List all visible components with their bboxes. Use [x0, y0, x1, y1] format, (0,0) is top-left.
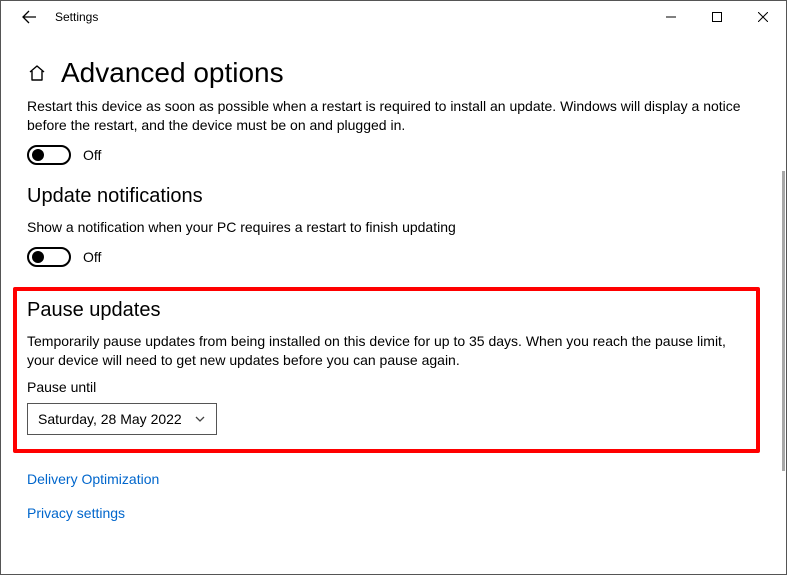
pause-header: Pause updates	[27, 299, 746, 322]
notifications-toggle-row: Off	[27, 247, 760, 267]
pause-until-dropdown[interactable]: Saturday, 28 May 2022	[27, 403, 217, 435]
title-bar: Settings	[1, 1, 786, 33]
notifications-header: Update notifications	[27, 185, 760, 208]
close-button[interactable]	[740, 2, 786, 32]
arrow-left-icon	[21, 9, 37, 25]
page-title: Advanced options	[61, 57, 284, 89]
privacy-settings-link[interactable]: Privacy settings	[27, 505, 760, 521]
minimize-icon	[666, 12, 676, 22]
notifications-toggle[interactable]	[27, 247, 71, 267]
notifications-toggle-label: Off	[83, 249, 101, 265]
window-controls	[648, 2, 786, 32]
maximize-icon	[712, 12, 722, 22]
close-icon	[758, 12, 768, 22]
chevron-down-icon	[194, 413, 206, 425]
restart-description: Restart this device as soon as possible …	[27, 97, 760, 135]
scrollbar[interactable]	[782, 171, 785, 471]
pause-description: Temporarily pause updates from being ins…	[27, 332, 746, 370]
restart-toggle-row: Off	[27, 145, 760, 165]
pause-section-highlight: Pause updates Temporarily pause updates …	[13, 287, 760, 454]
pause-until-label: Pause until	[27, 379, 746, 395]
pause-until-selected: Saturday, 28 May 2022	[38, 411, 182, 427]
delivery-optimization-link[interactable]: Delivery Optimization	[27, 471, 760, 487]
notifications-description: Show a notification when your PC require…	[27, 218, 760, 237]
maximize-button[interactable]	[694, 2, 740, 32]
content-area: Advanced options Restart this device as …	[1, 33, 786, 521]
app-title: Settings	[51, 10, 98, 24]
minimize-button[interactable]	[648, 2, 694, 32]
home-icon[interactable]	[27, 63, 47, 83]
restart-toggle-label: Off	[83, 147, 101, 163]
back-button[interactable]	[7, 1, 51, 33]
page-header: Advanced options	[27, 57, 760, 89]
restart-toggle[interactable]	[27, 145, 71, 165]
